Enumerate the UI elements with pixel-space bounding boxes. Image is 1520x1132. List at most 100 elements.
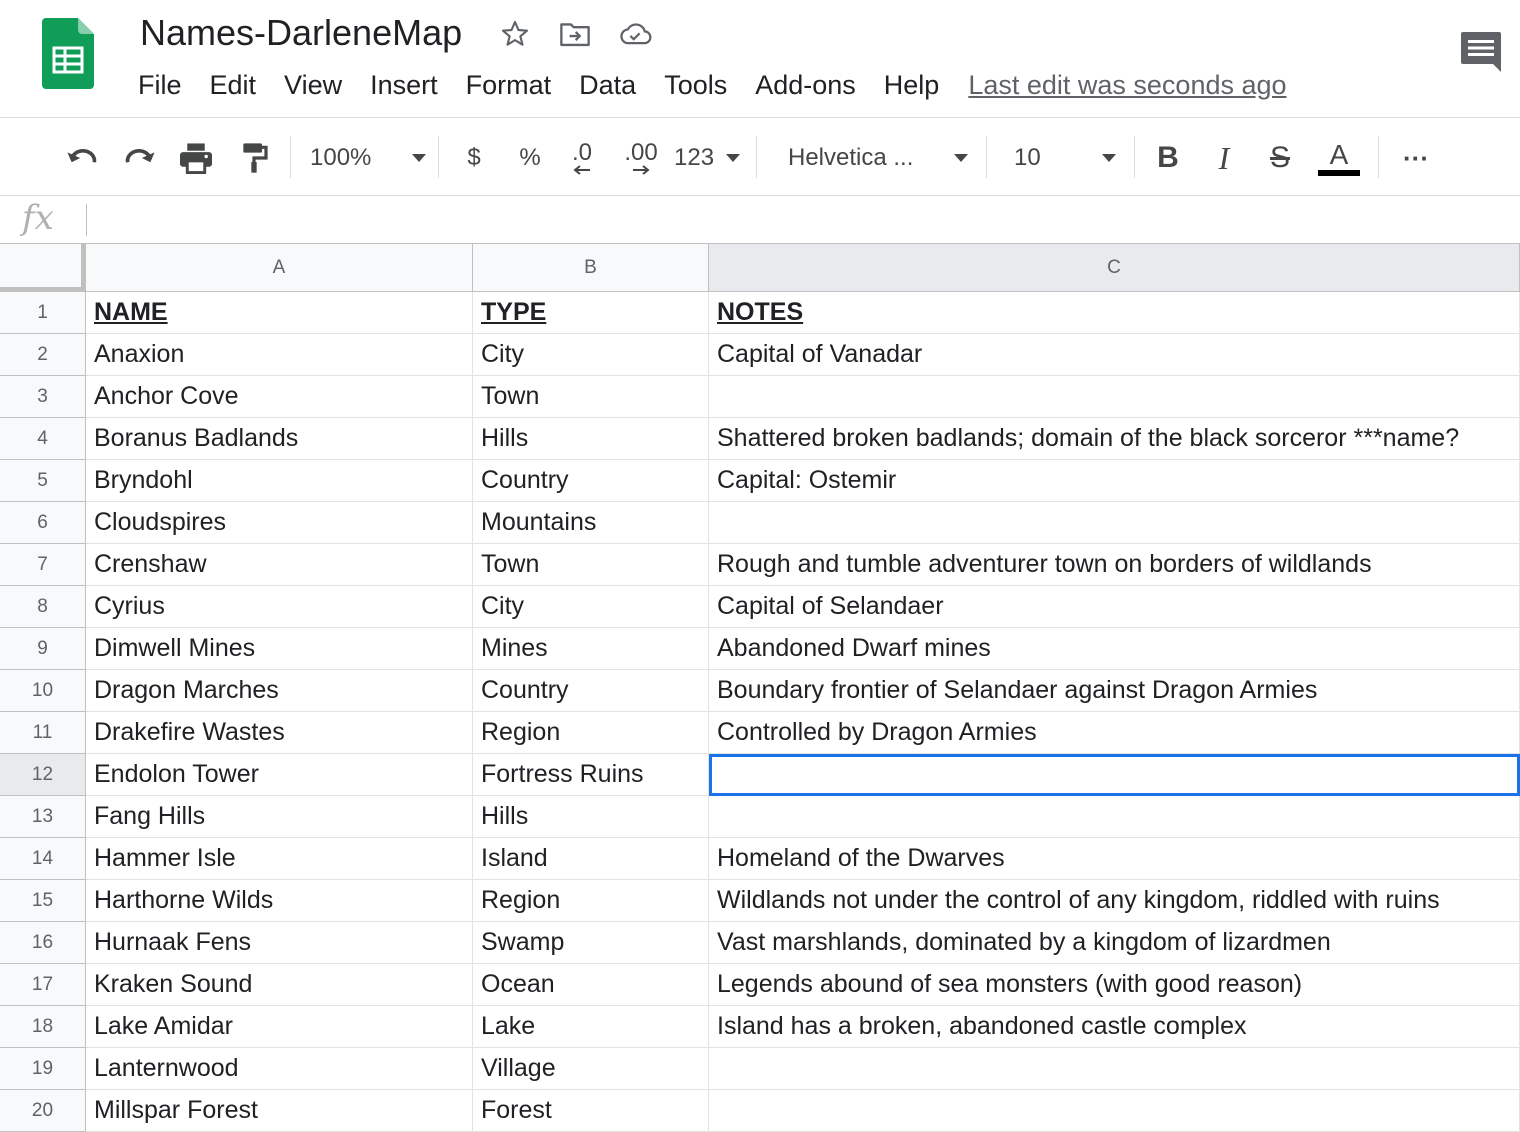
cell-c16[interactable]: Vast marshlands, dominated by a kingdom … [709, 922, 1520, 964]
document-title[interactable]: Names-DarleneMap [140, 12, 462, 54]
row-header[interactable]: 20 [0, 1090, 86, 1132]
star-icon[interactable] [498, 18, 532, 50]
cell-b19[interactable]: Village [473, 1048, 709, 1090]
cell-b20[interactable]: Forest [473, 1090, 709, 1132]
strikethrough-button[interactable]: S [1262, 138, 1298, 178]
comments-icon[interactable] [1460, 30, 1502, 74]
menu-edit[interactable]: Edit [196, 70, 271, 101]
cell-c1[interactable]: NOTES [709, 292, 1520, 334]
cell-c2[interactable]: Capital of Vanadar [709, 334, 1520, 376]
menu-view[interactable]: View [270, 70, 356, 101]
cell-b17[interactable]: Ocean [473, 964, 709, 1006]
cell-a18[interactable]: Lake Amidar [86, 1006, 473, 1048]
cell-a15[interactable]: Harthorne Wilds [86, 880, 473, 922]
cell-b14[interactable]: Island [473, 838, 709, 880]
cell-a12[interactable]: Endolon Tower [86, 754, 473, 796]
more-options-button[interactable]: ··· [1396, 138, 1436, 178]
cloud-saved-icon[interactable] [618, 18, 652, 50]
cell-b2[interactable]: City [473, 334, 709, 376]
row-header[interactable]: 8 [0, 586, 86, 628]
cell-c9[interactable]: Abandoned Dwarf mines [709, 628, 1520, 670]
cell-b6[interactable]: Mountains [473, 502, 709, 544]
menu-file[interactable]: File [124, 70, 196, 101]
cell-b5[interactable]: Country [473, 460, 709, 502]
cell-a20[interactable]: Millspar Forest [86, 1090, 473, 1132]
cell-c14[interactable]: Homeland of the Dwarves [709, 838, 1520, 880]
cell-b7[interactable]: Town [473, 544, 709, 586]
cell-a11[interactable]: Drakefire Wastes [86, 712, 473, 754]
menu-data[interactable]: Data [565, 70, 650, 101]
cell-c15[interactable]: Wildlands not under the control of any k… [709, 880, 1520, 922]
column-header-b[interactable]: B [473, 244, 709, 292]
row-header[interactable]: 11 [0, 712, 86, 754]
increase-decimal-button[interactable]: .00 [618, 138, 664, 178]
number-format-select[interactable]: 123 [674, 138, 740, 178]
cell-b8[interactable]: City [473, 586, 709, 628]
move-to-folder-icon[interactable] [558, 18, 592, 50]
cell-a1[interactable]: NAME [86, 292, 473, 334]
font-family-select[interactable]: Helvetica ... [788, 138, 968, 178]
currency-format-button[interactable]: $ [456, 138, 492, 178]
row-header[interactable]: 10 [0, 670, 86, 712]
row-header[interactable]: 6 [0, 502, 86, 544]
cell-b1[interactable]: TYPE [473, 292, 709, 334]
menu-add-ons[interactable]: Add-ons [741, 70, 870, 101]
column-header-c[interactable]: C [709, 244, 1520, 292]
cell-c5[interactable]: Capital: Ostemir [709, 460, 1520, 502]
cell-c11[interactable]: Controlled by Dragon Armies [709, 712, 1520, 754]
cell-c8[interactable]: Capital of Selandaer [709, 586, 1520, 628]
zoom-select[interactable]: 100% [310, 138, 426, 178]
cell-b11[interactable]: Region [473, 712, 709, 754]
cell-a16[interactable]: Hurnaak Fens [86, 922, 473, 964]
cell-c12[interactable] [709, 754, 1520, 796]
cell-b9[interactable]: Mines [473, 628, 709, 670]
cell-c7[interactable]: Rough and tumble adventurer town on bord… [709, 544, 1520, 586]
cell-c4[interactable]: Shattered broken badlands; domain of the… [709, 418, 1520, 460]
menu-tools[interactable]: Tools [650, 70, 741, 101]
cell-c20[interactable] [709, 1090, 1520, 1132]
cell-b15[interactable]: Region [473, 880, 709, 922]
menu-format[interactable]: Format [452, 70, 566, 101]
percent-format-button[interactable]: % [512, 138, 548, 178]
menu-help[interactable]: Help [870, 70, 954, 101]
cell-a14[interactable]: Hammer Isle [86, 838, 473, 880]
select-all-corner[interactable] [0, 244, 86, 292]
cell-a17[interactable]: Kraken Sound [86, 964, 473, 1006]
cell-a19[interactable]: Lanternwood [86, 1048, 473, 1090]
row-header[interactable]: 4 [0, 418, 86, 460]
row-header[interactable]: 12 [0, 754, 86, 796]
cell-c18[interactable]: Island has a broken, abandoned castle co… [709, 1006, 1520, 1048]
cell-a10[interactable]: Dragon Marches [86, 670, 473, 712]
row-header[interactable]: 13 [0, 796, 86, 838]
decrease-decimal-button[interactable]: .0 [562, 138, 602, 178]
row-header[interactable]: 2 [0, 334, 86, 376]
row-header[interactable]: 19 [0, 1048, 86, 1090]
cell-b16[interactable]: Swamp [473, 922, 709, 964]
cell-c13[interactable] [709, 796, 1520, 838]
row-header[interactable]: 1 [0, 292, 86, 334]
cell-c19[interactable] [709, 1048, 1520, 1090]
cell-b18[interactable]: Lake [473, 1006, 709, 1048]
cell-a6[interactable]: Cloudspires [86, 502, 473, 544]
cell-a4[interactable]: Boranus Badlands [86, 418, 473, 460]
cell-c3[interactable] [709, 376, 1520, 418]
cell-c10[interactable]: Boundary frontier of Selandaer against D… [709, 670, 1520, 712]
cell-b3[interactable]: Town [473, 376, 709, 418]
google-sheets-logo-icon[interactable] [42, 18, 94, 89]
row-header[interactable]: 15 [0, 880, 86, 922]
bold-button[interactable]: B [1150, 138, 1186, 178]
print-icon[interactable] [174, 138, 218, 178]
italic-button[interactable]: I [1206, 138, 1242, 178]
cell-a5[interactable]: Bryndohl [86, 460, 473, 502]
font-size-select[interactable]: 10 [1014, 138, 1116, 178]
cell-a13[interactable]: Fang Hills [86, 796, 473, 838]
last-edit-link[interactable]: Last edit was seconds ago [968, 70, 1286, 101]
cell-a3[interactable]: Anchor Cove [86, 376, 473, 418]
row-header[interactable]: 9 [0, 628, 86, 670]
text-color-button[interactable]: A [1316, 138, 1362, 178]
cell-b10[interactable]: Country [473, 670, 709, 712]
row-header[interactable]: 16 [0, 922, 86, 964]
undo-icon[interactable] [62, 138, 104, 178]
cell-a7[interactable]: Crenshaw [86, 544, 473, 586]
row-header[interactable]: 5 [0, 460, 86, 502]
